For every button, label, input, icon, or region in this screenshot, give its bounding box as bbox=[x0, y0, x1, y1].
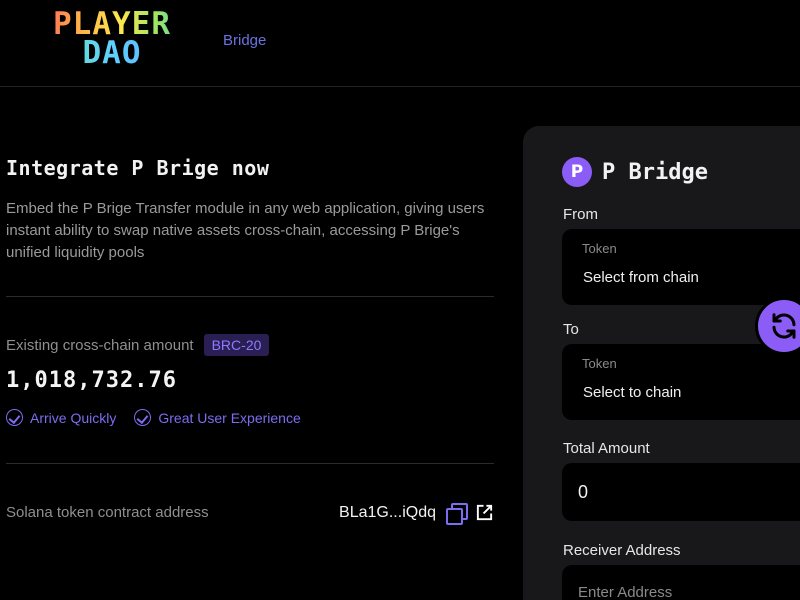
divider bbox=[6, 296, 494, 297]
check-circle-icon bbox=[134, 409, 152, 426]
contract-address-group: BLa1G...iQdq bbox=[339, 503, 494, 525]
total-amount-label: Total Amount bbox=[563, 440, 650, 457]
receiver-address-label: Receiver Address bbox=[563, 542, 681, 559]
from-chain-value: Select from chain bbox=[583, 269, 699, 286]
to-label: To bbox=[563, 321, 579, 338]
section-description: Embed the P Brige Transfer module in any… bbox=[6, 200, 485, 261]
cross-chain-amount-value: 1,018,732.76 bbox=[6, 368, 177, 393]
top-header: PLAYER DAO Bridge bbox=[0, 0, 800, 87]
bridge-panel-title: P Bridge bbox=[602, 159, 708, 185]
receiver-address-input[interactable] bbox=[578, 579, 800, 600]
contract-address-label: Solana token contract address bbox=[6, 504, 209, 521]
cross-chain-amount-label: Existing cross-chain amount bbox=[6, 336, 194, 354]
to-chain-value: Select to chain bbox=[583, 384, 682, 401]
feature-list: Arrive Quickly Great User Experience bbox=[6, 409, 301, 426]
total-amount-field-wrapper bbox=[562, 463, 800, 521]
to-chain-select[interactable]: Token Select to chain bbox=[562, 344, 800, 420]
player-dao-logo[interactable]: PLAYER DAO bbox=[36, 9, 188, 70]
feature-label: Great User Experience bbox=[158, 409, 301, 426]
token-standard-badge: BRC-20 bbox=[203, 334, 270, 356]
section-title: Integrate P Brige now bbox=[6, 156, 270, 180]
nav-link-bridge[interactable]: Bridge bbox=[223, 32, 266, 49]
to-token-label: Token bbox=[582, 356, 617, 371]
check-circle-icon bbox=[6, 409, 23, 426]
logo-line-2: DAO bbox=[36, 38, 188, 69]
contract-address-value: BLa1G...iQdq bbox=[339, 503, 436, 521]
cross-chain-amount-label-row: Existing cross-chain amount BRC-20 bbox=[6, 334, 270, 356]
divider bbox=[6, 463, 494, 464]
feature-label: Arrive Quickly bbox=[30, 409, 117, 426]
total-amount-input[interactable] bbox=[578, 463, 798, 521]
p-bridge-logo-icon: P bbox=[562, 157, 592, 187]
from-chain-select[interactable]: Token Select from chain bbox=[562, 229, 800, 305]
from-label: From bbox=[563, 206, 598, 223]
feature-item: Arrive Quickly bbox=[6, 409, 116, 426]
feature-item: Great User Experience bbox=[134, 409, 301, 426]
external-link-icon[interactable] bbox=[475, 503, 494, 522]
swap-arrows-icon bbox=[772, 313, 796, 339]
from-token-label: Token bbox=[582, 241, 617, 256]
contract-address-row: Solana token contract address BLa1G...iQ… bbox=[6, 503, 494, 525]
receiver-address-field-wrapper bbox=[562, 565, 800, 600]
copy-icon[interactable] bbox=[446, 503, 468, 525]
bridge-panel-header: P P Bridge bbox=[562, 157, 708, 187]
